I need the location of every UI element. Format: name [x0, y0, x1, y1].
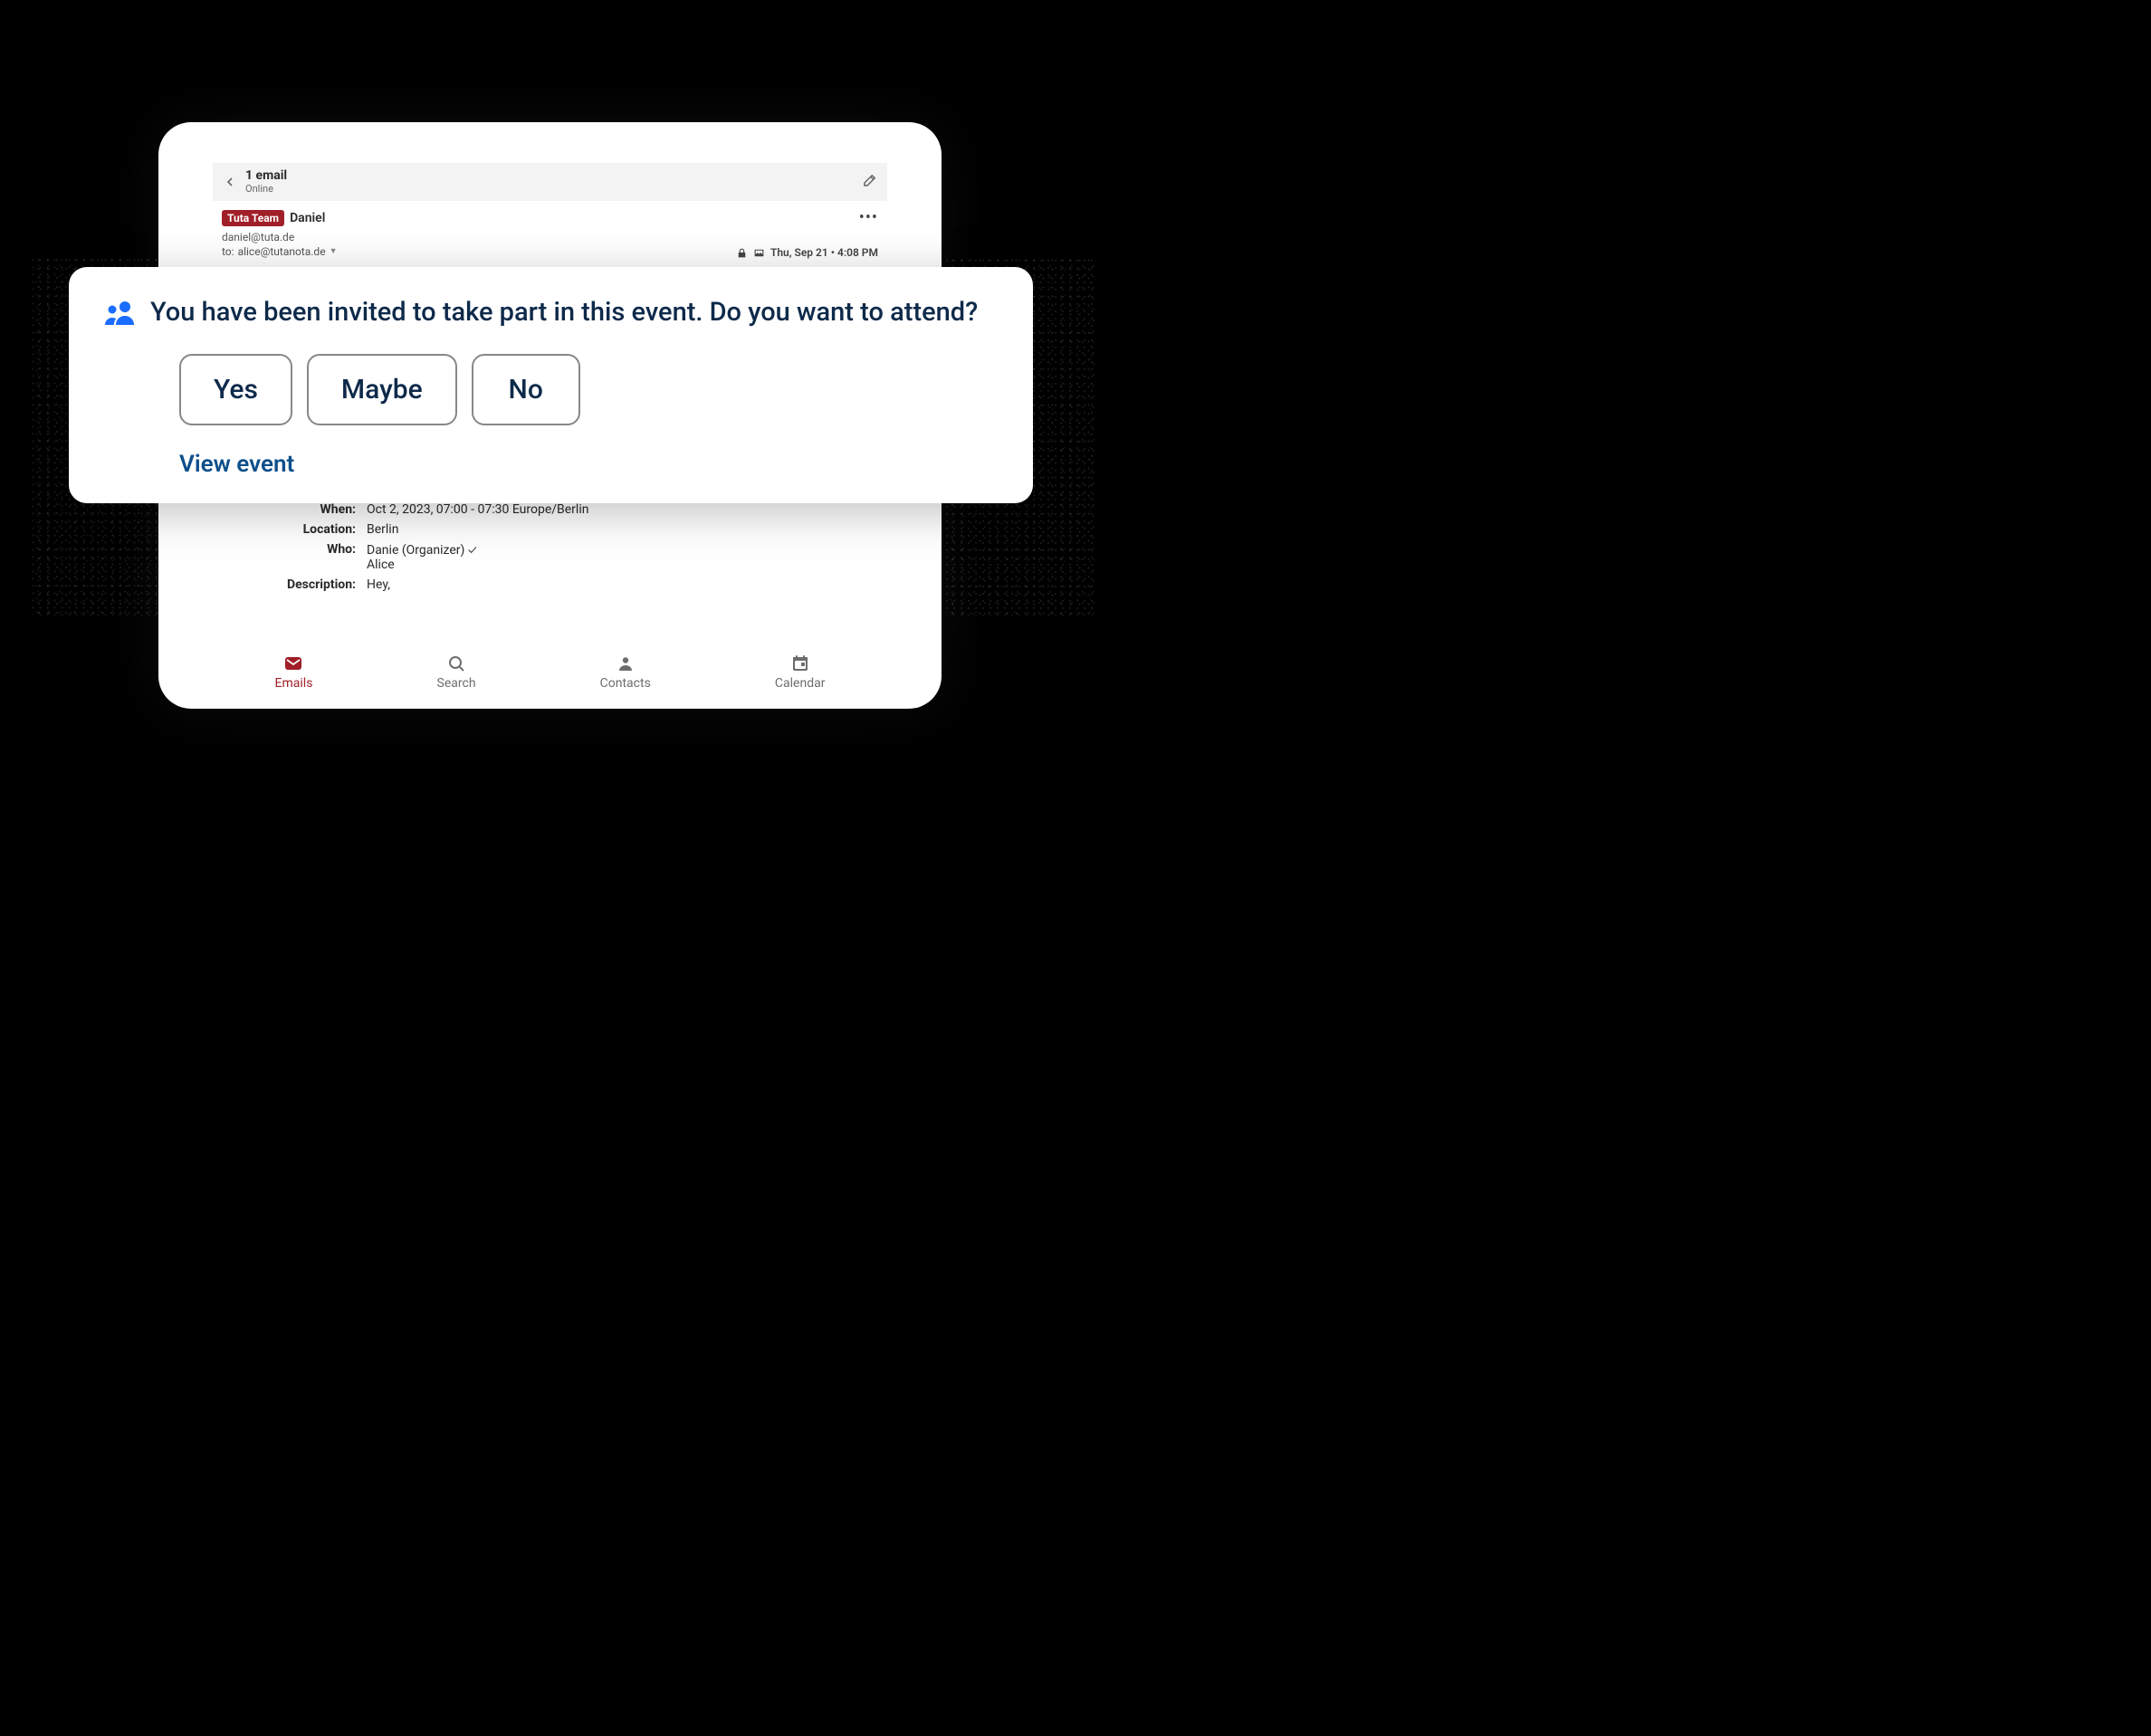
- search-icon: [445, 653, 467, 674]
- nav-search-label: Search: [437, 676, 476, 691]
- compose-button[interactable]: [862, 172, 878, 192]
- location-label: Location:: [222, 522, 356, 537]
- nav-calendar-label: Calendar: [775, 676, 826, 691]
- nav-emails[interactable]: Emails: [275, 653, 313, 691]
- header-titles: 1 email Online: [245, 169, 862, 194]
- person-icon: [615, 653, 636, 674]
- more-menu-button[interactable]: •••: [859, 208, 878, 227]
- rsvp-maybe-button[interactable]: Maybe: [307, 354, 457, 425]
- to-prefix: to:: [222, 245, 234, 260]
- mail-icon: [282, 653, 304, 674]
- nav-calendar[interactable]: Calendar: [775, 653, 826, 691]
- back-button[interactable]: [222, 174, 238, 190]
- header-title: 1 email: [245, 169, 862, 183]
- people-icon: [105, 300, 136, 325]
- when-value: Oct 2, 2023, 07:00 - 07:30 Europe/Berlin: [367, 502, 878, 517]
- nav-emails-label: Emails: [275, 676, 313, 691]
- nav-contacts[interactable]: Contacts: [600, 653, 651, 691]
- address-block: daniel@tuta.de to: alice@tutanota.de ▼: [222, 231, 337, 259]
- sender-team-badge: Tuta Team: [222, 210, 284, 226]
- image-icon: [753, 247, 765, 259]
- event-details: When: Oct 2, 2023, 07:00 - 07:30 Europe/…: [213, 502, 887, 597]
- rsvp-no-button[interactable]: No: [472, 354, 580, 425]
- chevron-down-icon: ▼: [330, 247, 338, 258]
- location-value: Berlin: [367, 522, 878, 537]
- description-value: Hey,: [367, 577, 878, 592]
- calendar-icon: [789, 653, 811, 674]
- invite-overlay-card: You have been invited to take part in th…: [69, 267, 1033, 503]
- sender-email: daniel@tuta.de: [222, 231, 337, 245]
- header-bar: 1 email Online: [213, 163, 887, 201]
- compose-icon: [862, 172, 878, 188]
- email-timestamp: Thu, Sep 21 • 4:08 PM: [770, 246, 878, 259]
- who-label: Who:: [222, 542, 356, 572]
- email-meta: Thu, Sep 21 • 4:08 PM: [736, 246, 878, 259]
- nav-contacts-label: Contacts: [600, 676, 651, 691]
- header-subtitle: Online: [245, 184, 862, 195]
- rsvp-button-group: Yes Maybe No: [179, 354, 997, 425]
- nav-search[interactable]: Search: [437, 653, 476, 691]
- bottom-nav: Emails Search Contacts: [213, 647, 887, 691]
- invite-prompt: You have been invited to take part in th…: [150, 296, 978, 329]
- recipient-row[interactable]: to: alice@tutanota.de ▼: [222, 245, 337, 260]
- recipient-email: alice@tutanota.de: [238, 245, 326, 260]
- sender-name: Daniel: [290, 211, 325, 225]
- lock-icon: [736, 247, 748, 259]
- who-value: Danie (Organizer) ✓ Alice: [367, 542, 878, 572]
- chevron-left-icon: [223, 175, 237, 189]
- email-header: Tuta Team Daniel ••• daniel@tuta.de to: …: [213, 201, 887, 262]
- sender-row: Tuta Team Daniel •••: [222, 208, 878, 227]
- rsvp-yes-button[interactable]: Yes: [179, 354, 292, 425]
- description-label: Description:: [222, 577, 356, 592]
- when-label: When:: [222, 502, 356, 517]
- view-event-link[interactable]: View event: [179, 451, 997, 478]
